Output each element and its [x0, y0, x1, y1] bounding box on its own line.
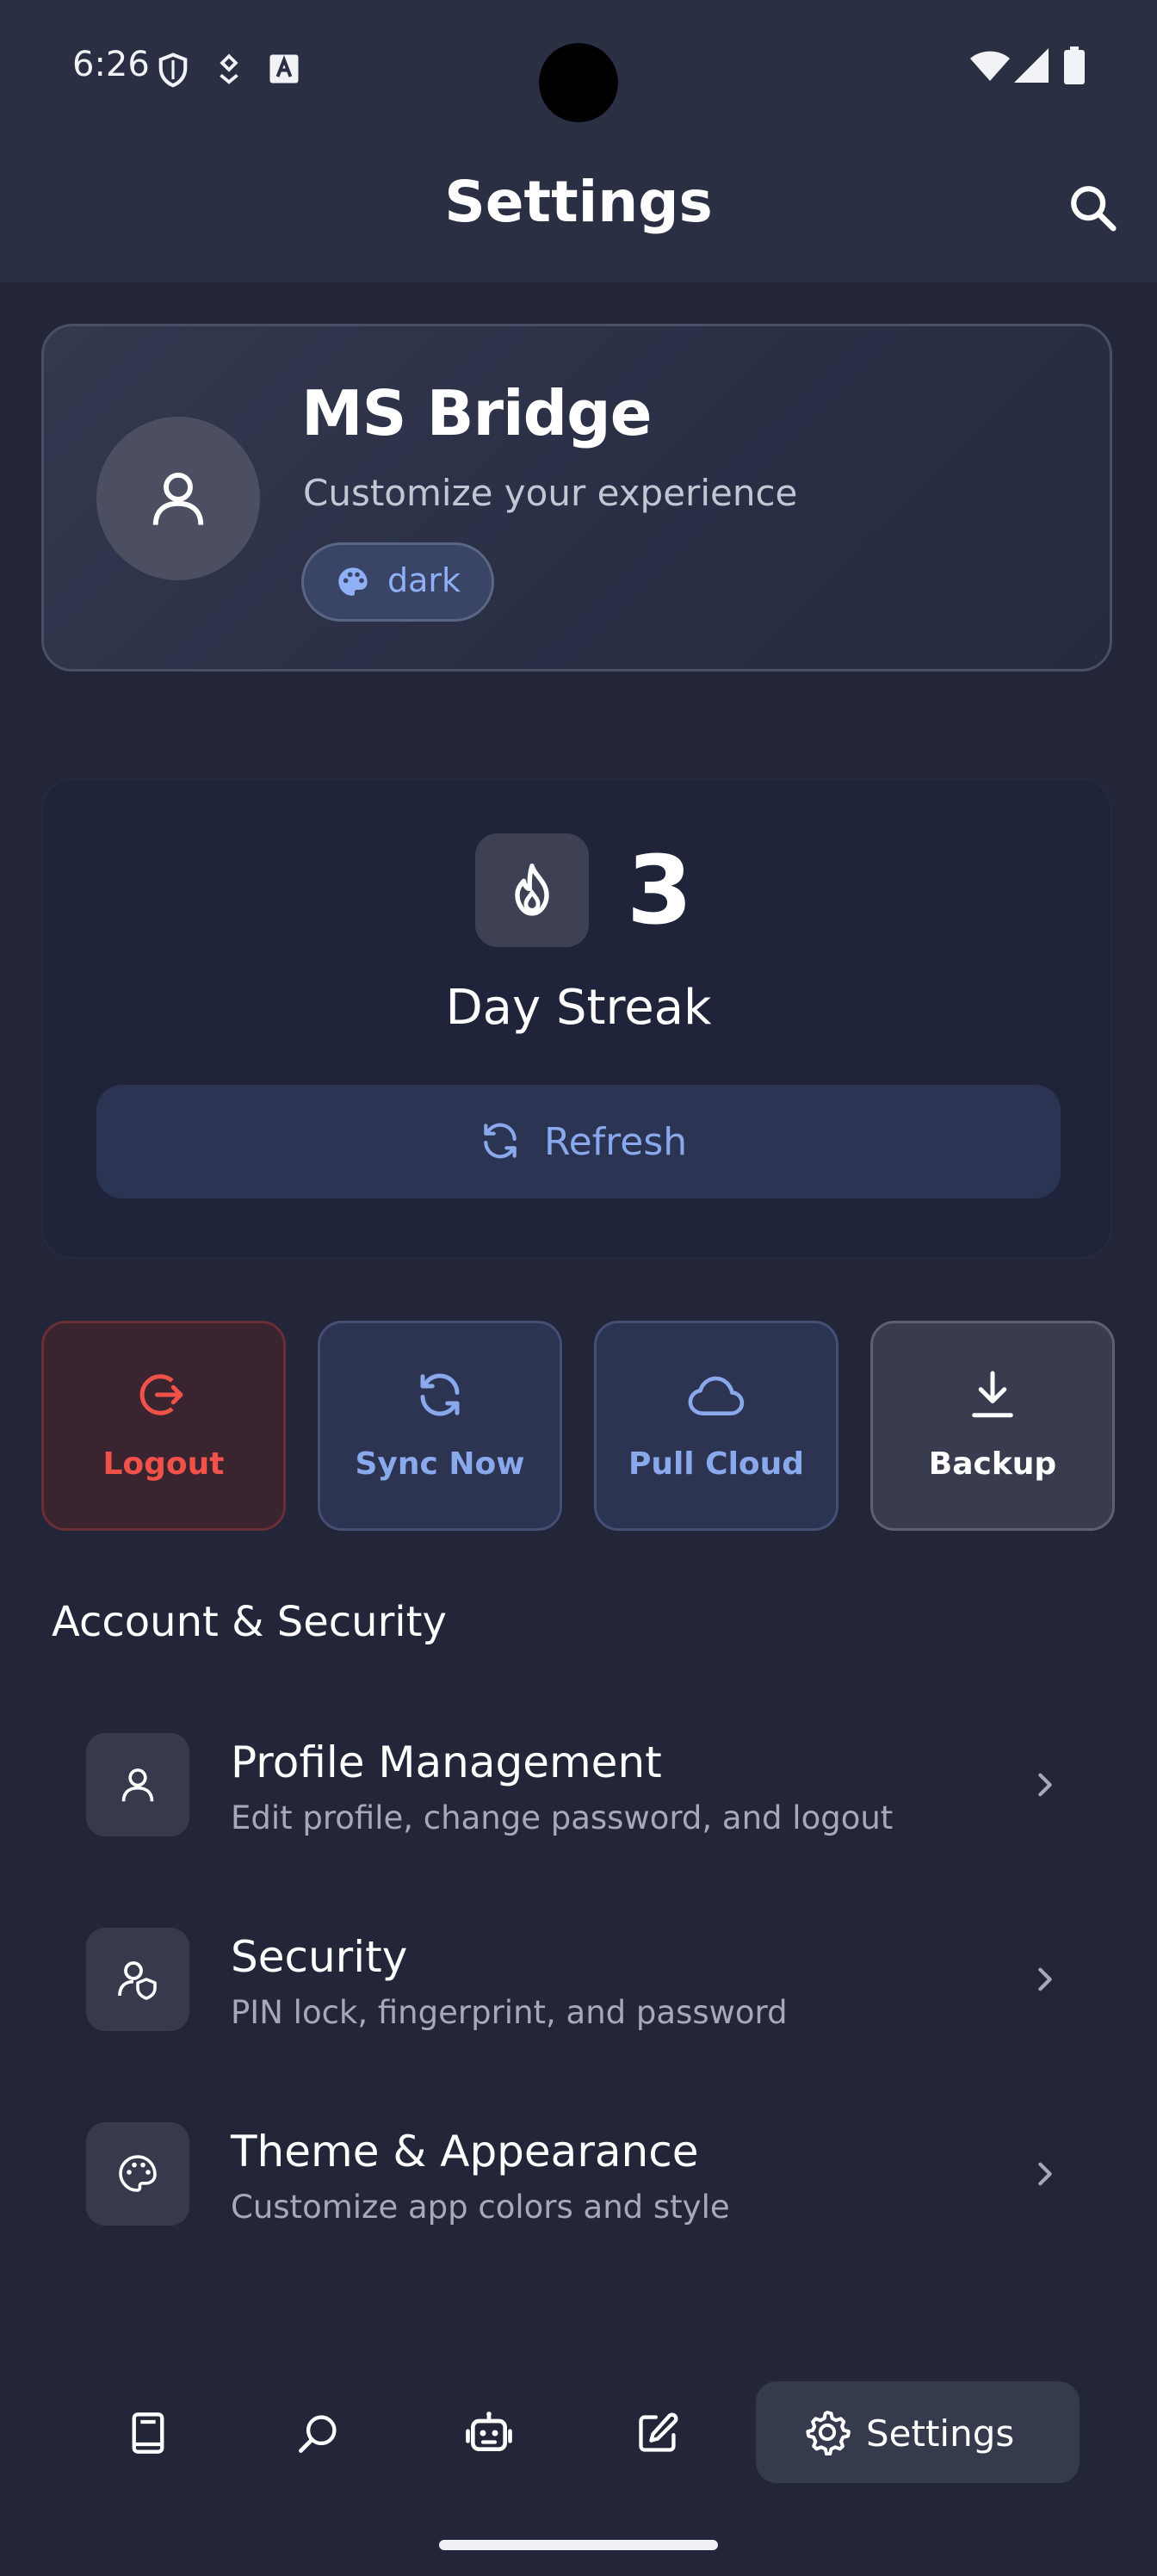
user-shield-icon [117, 1959, 158, 2000]
sync-icon [414, 1369, 466, 1421]
pull-cloud-label: Pull Cloud [628, 1446, 805, 1482]
signal-icon [1014, 48, 1049, 83]
pull-cloud-button[interactable] [594, 1321, 838, 1531]
flame-icon [503, 861, 561, 920]
a-box-icon [269, 53, 300, 84]
battery-icon [1064, 46, 1085, 84]
person-icon [119, 1766, 157, 1804]
refresh-label: Refresh [544, 1120, 688, 1164]
row-title: Theme & Appearance [231, 2127, 699, 2177]
sync-now-label: Sync Now [355, 1446, 525, 1482]
logout-label: Logout [102, 1446, 225, 1482]
row-subtitle: Edit profile, change password, and logou… [231, 1799, 894, 1836]
page-title: Settings [444, 169, 713, 235]
settings-icon [804, 2409, 851, 2455]
chevron-right-icon [1033, 1770, 1057, 1799]
streak-count: 3 [627, 835, 693, 945]
streak-label: Day Streak [445, 980, 712, 1036]
sync-now-button[interactable] [318, 1321, 562, 1531]
nav-settings-label: Settings [866, 2412, 1015, 2455]
vpn-key-icon [215, 53, 243, 86]
chevron-right-icon [1033, 2159, 1057, 2189]
status-time: 6:26 [72, 45, 150, 84]
row-title: Security [231, 1932, 408, 1982]
logout-icon [138, 1369, 189, 1421]
refresh-icon [479, 1119, 522, 1162]
person-icon [148, 468, 208, 529]
search-icon[interactable] [296, 2411, 341, 2455]
palette-icon [117, 2153, 158, 2195]
row-subtitle: Customize app colors and style [231, 2189, 730, 2226]
row-subtitle: PIN lock, fingerprint, and password [231, 1994, 788, 2031]
edit-icon[interactable] [635, 2411, 680, 2455]
home-indicator[interactable] [439, 2540, 718, 2550]
security-row[interactable] [52, 1898, 1105, 2061]
backup-button[interactable] [870, 1321, 1115, 1531]
front-camera [539, 43, 618, 122]
profile-name: MS Bridge [301, 377, 653, 449]
chevron-right-icon [1033, 1965, 1057, 1994]
palette-icon [336, 565, 370, 599]
shield-icon [157, 52, 189, 88]
download-icon [967, 1369, 1018, 1421]
logout-button[interactable] [41, 1321, 286, 1531]
theme-chip-label: dark [387, 561, 461, 599]
wifi-icon [969, 50, 1011, 83]
backup-label: Backup [928, 1446, 1057, 1482]
cloud-icon [687, 1374, 746, 1417]
notes-icon[interactable] [126, 2411, 170, 2455]
robot-icon[interactable] [465, 2409, 513, 2457]
search-icon[interactable] [1067, 183, 1117, 232]
profile-subtitle: Customize your experience [303, 472, 798, 514]
section-title: Account & Security [52, 1598, 447, 1646]
row-title: Profile Management [231, 1737, 662, 1787]
